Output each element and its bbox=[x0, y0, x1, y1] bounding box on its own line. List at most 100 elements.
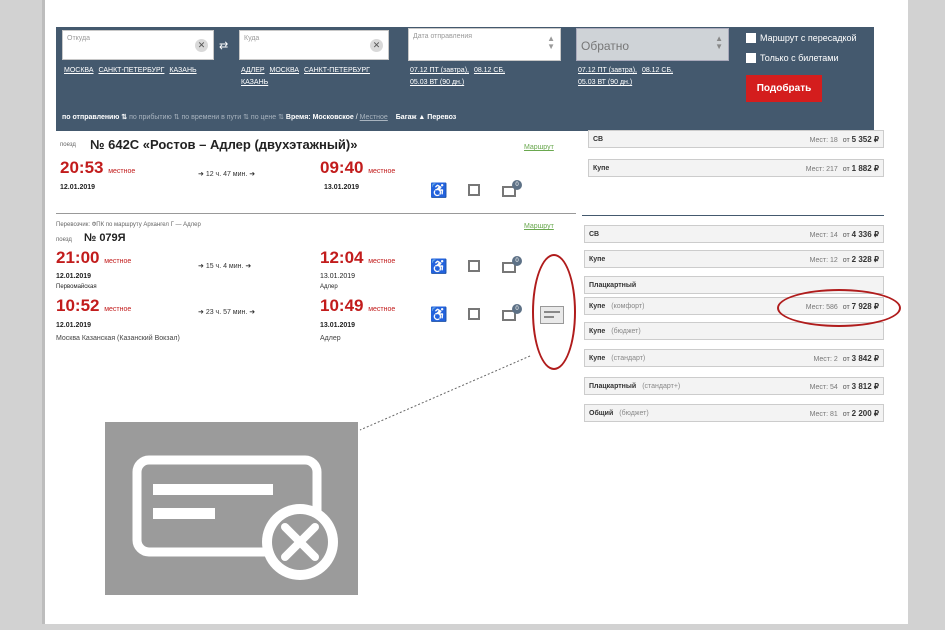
arrival-station: Адлер bbox=[320, 284, 338, 290]
class-subtype: (стандарт) bbox=[611, 354, 646, 362]
sort-by-departure[interactable]: по отправлению bbox=[62, 114, 119, 121]
return-link-90days[interactable]: 05.03 ВТ (90 дн.) bbox=[578, 79, 632, 86]
from-label: от bbox=[842, 410, 850, 418]
sort-by-arrival[interactable]: по прибытию bbox=[129, 114, 172, 121]
route-link[interactable]: Маршрут bbox=[524, 144, 554, 151]
frame-border bbox=[42, 0, 45, 624]
class-name: Общий bbox=[589, 409, 614, 417]
clear-icon[interactable]: ✕ bbox=[195, 39, 208, 52]
time-moscow-option[interactable]: Московское bbox=[313, 114, 354, 121]
search-panel: Откуда ✕ МОСКВА САНКТ-ПЕТЕРБУРГ КАЗАНЬ ⇄… bbox=[56, 27, 874, 131]
from-link-spb[interactable]: САНКТ-ПЕТЕРБУРГ bbox=[98, 67, 164, 74]
checkbox-box[interactable] bbox=[746, 53, 756, 63]
price-row[interactable]: Купе (стандарт) Мест: 2 от 3 842 ₽ bbox=[584, 349, 884, 367]
wheelchair-icon: ♿ bbox=[430, 182, 448, 198]
from-field[interactable]: Откуда ✕ bbox=[62, 30, 214, 60]
train-label: поезд bbox=[60, 142, 76, 148]
class-name: Купе bbox=[589, 354, 606, 362]
price-info: Мест: 81 от 2 200 ₽ bbox=[810, 409, 879, 418]
arrival-date: 13.01.2019 bbox=[320, 273, 356, 280]
tickets-checkbox[interactable]: Только с билетами bbox=[746, 53, 838, 63]
price-info bbox=[876, 281, 879, 290]
arrival-date: 13.01.2019 bbox=[320, 322, 356, 329]
date-link-tomorrow[interactable]: 07.12 ПТ (завтра), bbox=[410, 67, 469, 74]
from-link-moscow[interactable]: МОСКВА bbox=[64, 67, 94, 74]
class-name: Купе bbox=[589, 302, 606, 310]
train-name: № 079Я bbox=[84, 232, 126, 244]
to-link-kazan[interactable]: КАЗАНЬ bbox=[241, 79, 268, 86]
train-card-079ya: Перевозчик: ФПК по маршруту Архангел Г —… bbox=[56, 218, 582, 290]
spinner-icon[interactable]: ▲ ▼ bbox=[547, 35, 555, 51]
date-placeholder: Дата отправления bbox=[413, 33, 473, 40]
sort-by-price[interactable]: по цене bbox=[251, 114, 276, 121]
time-local-option[interactable]: Местное bbox=[360, 114, 388, 121]
date-quick-links: 07.12 ПТ (завтра), 08.12 СБ, 05.03 ВТ (9… bbox=[410, 65, 560, 89]
transfer-checkbox[interactable]: Маршрут с пересадкой bbox=[746, 33, 857, 43]
clear-icon[interactable]: ✕ bbox=[370, 39, 383, 52]
highlight-circle bbox=[532, 254, 576, 370]
class-subtype: (комфорт) bbox=[611, 302, 645, 310]
return-link-tomorrow[interactable]: 07.12 ПТ (завтра), bbox=[578, 67, 637, 74]
class-name: СВ bbox=[593, 135, 604, 143]
class-subtype: (стандарт+) bbox=[642, 382, 681, 390]
arrival-time: 09:40 местное bbox=[320, 158, 396, 177]
find-button[interactable]: Подобрать bbox=[746, 75, 822, 102]
price-row[interactable]: Общий (бюджет) Мест: 81 от 2 200 ₽ bbox=[584, 404, 884, 422]
arrival-suffix: местное bbox=[368, 306, 396, 313]
class-name: Купе bbox=[589, 327, 606, 335]
wheelchair-icon: ♿ bbox=[430, 306, 448, 322]
seats-count: Мест: 2 bbox=[813, 355, 838, 363]
from-link-kazan[interactable]: КАЗАНЬ bbox=[169, 67, 196, 74]
arrival-time: 12:04 местное bbox=[320, 248, 396, 267]
class-subtype: (бюджет) bbox=[619, 409, 649, 417]
return-date-field[interactable]: Обратно ▲ ▼ bbox=[576, 28, 729, 61]
wheelchair-icon: ♿ bbox=[430, 258, 448, 274]
price-row[interactable]: Купе Мест: 217 от 1 882 ₽ bbox=[588, 159, 884, 177]
price-row[interactable]: СВ Мест: 14 от 4 336 ₽ bbox=[584, 225, 884, 243]
price-value: 5 352 ₽ bbox=[851, 134, 879, 144]
swap-icon[interactable]: ⇄ bbox=[219, 39, 228, 52]
baggage-filter[interactable]: Багаж bbox=[396, 114, 417, 121]
to-link-spb[interactable]: САНКТ-ПЕТЕРБУРГ bbox=[304, 67, 370, 74]
travel-duration: ➜ 15 ч. 4 мин. ➜ bbox=[198, 263, 252, 270]
from-quick-links: МОСКВА САНКТ-ПЕТЕРБУРГ КАЗАНЬ bbox=[64, 65, 214, 77]
date-link-90days[interactable]: 05.03 ВТ (90 дн.) bbox=[410, 79, 464, 86]
price-row[interactable]: Плацкартный (стандарт+) Мест: 54 от 3 812 … bbox=[584, 377, 884, 395]
seats-count: Мест: 217 bbox=[805, 165, 838, 173]
section-divider bbox=[56, 213, 576, 214]
info-badge: 0 bbox=[512, 256, 522, 266]
departure-suffix: местное bbox=[104, 258, 132, 265]
screenshot-page: Откуда ✕ МОСКВА САНКТ-ПЕТЕРБУРГ КАЗАНЬ ⇄… bbox=[42, 0, 908, 624]
info-badge: 0 bbox=[512, 304, 522, 314]
spinner-icon[interactable]: ▲ ▼ bbox=[715, 35, 723, 51]
transfer-checkbox-label: Маршрут с пересадкой bbox=[760, 33, 857, 43]
class-name: Купе bbox=[593, 164, 610, 172]
carrier-info: Перевозчик: ФПК по маршруту Архангел Г —… bbox=[56, 222, 201, 228]
from-label: от bbox=[842, 231, 850, 239]
zoomed-icon-panel bbox=[105, 422, 358, 595]
class-name: Плацкартный bbox=[589, 281, 637, 289]
seats-count: Мест: 12 bbox=[809, 256, 838, 264]
to-field[interactable]: Куда ✕ bbox=[239, 30, 389, 60]
date-field[interactable]: Дата отправления ▲ ▼ bbox=[408, 28, 561, 61]
arrival-time: 10:49 местное bbox=[320, 296, 396, 315]
price-row[interactable]: Купе Мест: 12 от 2 328 ₽ bbox=[584, 250, 884, 268]
departure-time: 10:52 местное bbox=[56, 296, 132, 315]
checkbox-box[interactable] bbox=[746, 33, 756, 43]
route-link[interactable]: Маршрут bbox=[524, 223, 554, 230]
departure-suffix: местное bbox=[104, 306, 132, 313]
to-link-moscow[interactable]: МОСКВА bbox=[270, 67, 300, 74]
price-info: Мест: 54 от 3 812 ₽ bbox=[810, 382, 879, 391]
sort-by-travel-time[interactable]: по времени в пути bbox=[182, 114, 242, 121]
card-payment-unavailable-icon bbox=[132, 455, 338, 580]
train-label: поезд bbox=[56, 237, 72, 243]
to-link-adler[interactable]: АДЛЕР bbox=[241, 67, 265, 74]
date-link-sat[interactable]: 08.12 СБ, bbox=[474, 67, 505, 74]
price-row[interactable]: СВ Мест: 18 от 5 352 ₽ bbox=[588, 130, 884, 148]
return-link-sat[interactable]: 08.12 СБ, bbox=[642, 67, 673, 74]
from-label: от bbox=[842, 383, 850, 391]
carrier-filter[interactable]: Перевоз bbox=[427, 114, 456, 121]
from-placeholder: Откуда bbox=[67, 35, 91, 42]
departure-date: 12.01.2019 bbox=[56, 273, 92, 280]
price-value: 3 812 ₽ bbox=[851, 381, 879, 391]
